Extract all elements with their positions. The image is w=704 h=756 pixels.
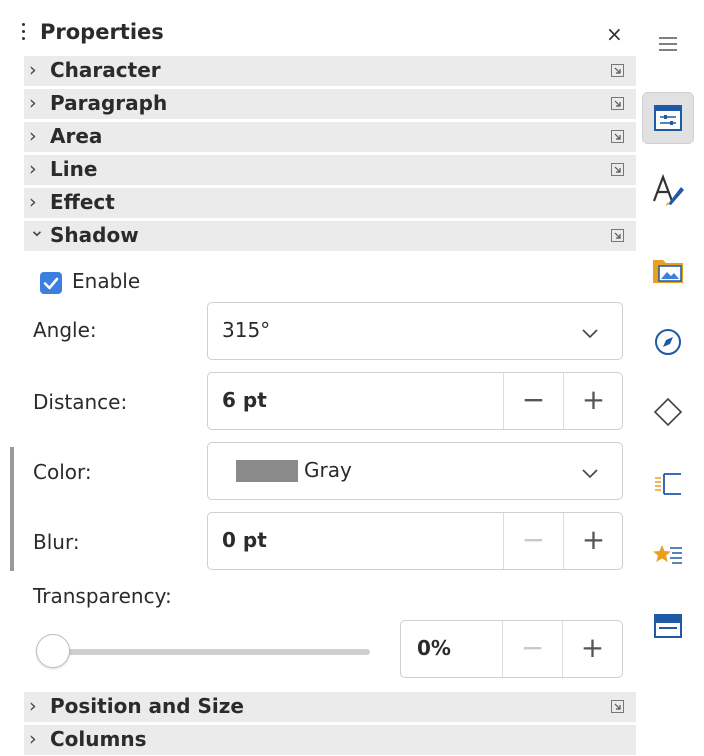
chevron-right-icon: › — [29, 125, 37, 147]
transparency-value[interactable]: 0% — [417, 636, 451, 660]
chevron-down-icon — [582, 329, 598, 339]
more-options-icon[interactable] — [611, 229, 624, 242]
color-label: Color: — [33, 460, 92, 484]
chevron-right-icon: › — [29, 695, 37, 717]
section-effect[interactable]: › Effect — [24, 188, 636, 218]
section-line[interactable]: › Line — [24, 155, 636, 185]
distance-spinfield[interactable]: 6 pt − + — [207, 372, 623, 430]
enable-label: Enable — [72, 269, 141, 293]
section-columns[interactable]: › Columns — [24, 725, 636, 755]
properties-icon[interactable] — [642, 92, 694, 144]
section-label: Area — [50, 124, 103, 148]
color-swatch — [236, 460, 298, 482]
section-character[interactable]: › Character — [24, 56, 636, 86]
section-label: Position and Size — [50, 694, 244, 718]
chevron-right-icon: › — [29, 728, 37, 750]
blur-increment-button[interactable]: + — [563, 513, 623, 569]
blur-spinfield[interactable]: 0 pt − + — [207, 512, 623, 570]
color-dropdown[interactable]: Gray — [207, 442, 623, 500]
section-label: Effect — [50, 190, 115, 214]
section-label: Columns — [50, 727, 147, 751]
shapes-icon[interactable] — [642, 386, 694, 438]
transparency-slider-track[interactable] — [58, 649, 370, 655]
blur-label: Blur: — [33, 530, 80, 554]
chevron-right-icon: › — [29, 92, 37, 114]
navigator-icon[interactable] — [642, 316, 694, 368]
transparency-increment-button[interactable]: + — [562, 621, 622, 677]
section-position-and-size[interactable]: › Position and Size — [24, 692, 636, 722]
transparency-slider-thumb[interactable] — [36, 634, 70, 668]
more-options-icon[interactable] — [611, 64, 624, 77]
section-paragraph[interactable]: › Paragraph — [24, 89, 636, 119]
angle-value: 315° — [222, 318, 271, 342]
transparency-label: Transparency: — [33, 584, 172, 608]
slide-transition-icon[interactable] — [642, 530, 694, 582]
angle-label: Angle: — [33, 318, 97, 342]
section-label: Line — [50, 157, 98, 181]
section-label: Paragraph — [50, 91, 168, 115]
blur-decrement-button[interactable]: − — [503, 513, 563, 569]
more-options-icon[interactable] — [611, 130, 624, 143]
sidebar-tabbar — [640, 0, 704, 756]
chevron-down-icon — [582, 469, 598, 479]
splitter-handle[interactable] — [10, 447, 14, 571]
transparency-spinfield[interactable]: 0% − + — [400, 620, 623, 678]
deck-title: Properties — [40, 20, 164, 44]
master-slides-icon[interactable] — [642, 600, 694, 652]
chevron-right-icon: › — [29, 158, 37, 180]
more-options-icon[interactable] — [611, 97, 624, 110]
styles-icon[interactable] — [642, 164, 694, 216]
properties-deck: Properties × › Character › Paragraph › A… — [0, 0, 640, 756]
blur-value[interactable]: 0 pt — [222, 528, 267, 552]
drag-grip-icon[interactable] — [22, 23, 26, 45]
section-shadow[interactable]: ⌄ Shadow — [24, 219, 636, 251]
distance-value[interactable]: 6 pt — [222, 388, 267, 412]
close-icon[interactable]: × — [606, 22, 623, 46]
angle-dropdown[interactable]: 315° — [207, 302, 623, 360]
checkbox-checked-icon — [40, 272, 62, 294]
distance-label: Distance: — [33, 390, 128, 414]
transparency-decrement-button[interactable]: − — [502, 621, 562, 677]
deck-titlebar: Properties × — [18, 18, 630, 50]
distance-decrement-button[interactable]: − — [503, 373, 563, 429]
color-value: Gray — [304, 458, 352, 482]
chevron-right-icon: › — [29, 191, 37, 213]
section-label: Character — [50, 58, 161, 82]
section-label: Shadow — [50, 223, 139, 247]
chevron-down-icon: ⌄ — [29, 219, 45, 241]
menu-icon[interactable] — [642, 18, 694, 70]
section-area[interactable]: › Area — [24, 122, 636, 152]
distance-increment-button[interactable]: + — [563, 373, 623, 429]
chevron-right-icon: › — [29, 59, 37, 81]
more-options-icon[interactable] — [611, 700, 624, 713]
animation-icon[interactable] — [642, 458, 694, 510]
gallery-icon[interactable] — [642, 244, 694, 296]
more-options-icon[interactable] — [611, 163, 624, 176]
